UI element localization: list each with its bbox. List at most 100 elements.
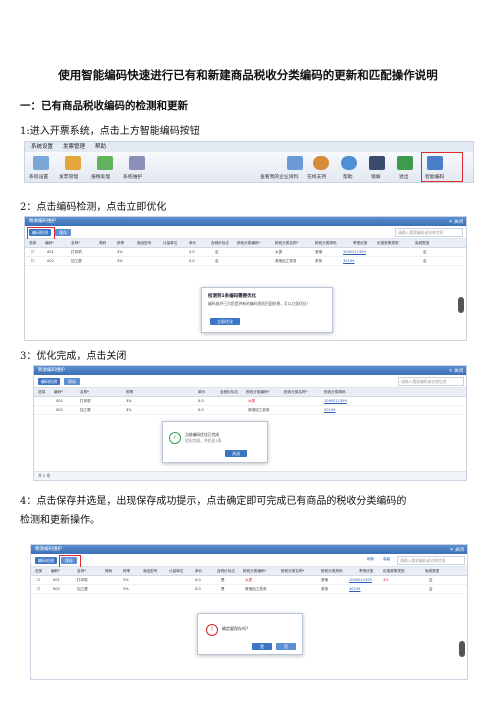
optimize-done-dialog: ✓ 当前编码优化已完成 优化完成，共优化1条 关闭 [162,421,268,463]
save-button[interactable]: 保存 [64,378,80,385]
row-code: 002 [53,587,60,591]
invoice-icon [65,156,81,170]
pager: 共 2 条 [34,471,466,480]
filter-link[interactable]: 高级 [383,555,390,563]
row-name: 加工费 [80,408,91,412]
col-price: 单价 [195,569,203,573]
tab-maintenance[interactable]: 系统维护 [123,173,142,180]
col-price: 单价 [198,390,206,394]
col-select: 选择 [35,569,43,573]
col-rate: 税率 [117,241,125,245]
row-name: 加工费 [77,587,88,591]
confirm-no-button[interactable]: 否 [276,643,296,650]
close-button[interactable]: 关闭 [225,450,247,457]
row-code: 002 [47,259,54,263]
search-input[interactable]: 请输入搜索编码或名称信息 [397,556,465,565]
col-rate: 税率 [126,390,134,394]
main-toolbar: 系统设置 发票管理 报税处理 系统维护 查看我的企业资料 在线支持 帮助 锁屏 … [25,152,473,182]
col-rate: 税率 [123,569,131,573]
company-icon [287,156,303,170]
col-unit: 计量单位 [163,241,178,245]
exit-icon [397,156,413,170]
optimize-dialog-body: 编码维护已为您提供新的编码规则匹配结果，可以立即优化！ [208,301,311,306]
save-button[interactable]: 保存 [55,229,71,236]
row-flag: 是 [221,587,225,591]
side-scroll-handle[interactable] [458,297,464,313]
help-button[interactable]: 帮助 [343,173,353,180]
table-row[interactable]: ☐ 001 打印机 3% 0.0 否 大类 其他 1090511399 否 [25,248,466,257]
support-button[interactable]: 在线支持 [307,173,326,180]
row-price: 0.0 [195,578,201,582]
row-tax-name: 其他加工劳务 [245,587,267,591]
col-code: 编码* [54,390,63,394]
col-tax-name: 税收分类名称* [284,390,308,394]
table-row[interactable]: 002 加工费 3% 0.0 其他加工劳务 30199 [34,406,466,415]
menu-system[interactable]: 系统设置 [31,142,53,152]
window-title: 税收编码维护 [35,547,62,552]
toolbar-screenshot: 系统设置 发票管理 帮助 系统设置 发票管理 报税处理 系统维护 查看我的企业资… [24,141,474,183]
row-rate: 3% [123,587,129,591]
col-name: 名称* [80,390,89,394]
row-tax-code[interactable]: 30199 [324,406,335,414]
row-tax-code[interactable]: 1090511399 [343,248,366,256]
row-tax-code[interactable]: 30199 [343,257,354,265]
row-tax-code[interactable]: 1090511399 [349,576,372,584]
row-tax-code[interactable]: 30199 [349,585,360,593]
row-flag: 是 [221,578,225,582]
row-tax-short: 其他 [321,578,329,582]
table-row[interactable]: ☐ 002 加工费 3% 0.0 是 其他加工劳务 劳务 30199 否 [31,585,467,594]
table-row[interactable]: ☐ 002 加工费 3% 0.0 否 其他加工劳务 劳务 30199 否 [25,257,466,266]
row-tax-name: 其他加工劳务 [275,259,297,263]
row-name: 打印机 [71,250,82,254]
row-tax-short: 劳务 [321,587,329,591]
menu-help[interactable]: 帮助 [95,142,106,152]
refresh-link[interactable]: 刷新 [367,555,374,563]
code-check-screenshot: 税收编码维护 ✕ 关闭 编码检测 保存 请输入搜索编码或名称信息 选择 编码* 名… [24,216,467,341]
row-tax-name: 大类 [275,250,283,254]
step-2: 2：点击编码检测，点击立即优化 [20,202,167,213]
tab-invoice[interactable]: 发票管理 [59,173,78,180]
row-tax-short: 其他 [315,250,323,254]
tab-system[interactable]: 系统设置 [29,173,48,180]
row-exempt: 否 [429,578,433,582]
side-scroll-handle[interactable] [459,641,465,657]
confirm-yes-button[interactable]: 是 [252,643,272,650]
table-row[interactable]: 001 打印机 3% 0.0 大类 1090511399 [34,397,466,406]
search-input[interactable]: 请输入搜索编码或名称信息 [395,228,463,237]
search-input[interactable]: 请输入搜索编码或名称信息 [398,377,464,386]
step-3: 3：优化完成，点击关闭 [20,351,127,362]
col-name: 名称* [77,569,86,573]
save-confirm-screenshot: 税收编码维护 ✕ 关闭 编码检测 保存 刷新 高级 请输入搜索编码或名称信息 选择… [30,544,468,680]
row-rate: 3% [126,399,132,403]
window-title: 税收编码维护 [38,368,65,373]
optimize-dialog-title: 检测到1条编码需要优化 [208,294,257,299]
col-model: 商品型号 [143,569,158,573]
table-row[interactable]: ☐ 001 打印机 3% 0.0 是 大类 其他 1090511399 3% 否 [31,576,467,585]
row-price: 0.0 [189,250,195,254]
row-policy: 3% [383,578,389,582]
col-policy: 优惠政策类型 [383,569,405,573]
save-confirm-dialog: ! 确定要保存吗? 是 否 [197,613,303,655]
col-tax-short: 税收分类简码 [321,569,343,573]
tax-icon [97,156,113,170]
optimize-now-button[interactable]: 立即优化 [210,318,240,325]
lock-icon [369,156,385,170]
menu-invoice[interactable]: 发票管理 [63,142,85,152]
maintenance-icon [129,156,145,170]
row-code: 002 [56,408,63,412]
company-info-button[interactable]: 查看我的企业资料 [260,173,298,180]
settings-icon [33,156,49,170]
warning-icon: ! [206,624,218,636]
col-tax-flag: 含税价标志 [211,241,229,245]
code-check-button[interactable]: 编码检测 [38,378,60,385]
row-exempt: 否 [423,259,427,263]
tab-tax[interactable]: 报税处理 [91,173,110,180]
row-exempt: 否 [429,587,433,591]
exit-button[interactable]: 退出 [399,173,409,180]
row-name: 加工费 [71,259,82,263]
section-heading: 一：已有商品税收编码的检测和更新 [20,100,188,112]
lock-button[interactable]: 锁屏 [371,173,381,180]
code-check-button[interactable]: 编码检测 [35,557,57,564]
support-icon [313,156,329,170]
row-tax-code[interactable]: 1090511399 [324,397,347,405]
